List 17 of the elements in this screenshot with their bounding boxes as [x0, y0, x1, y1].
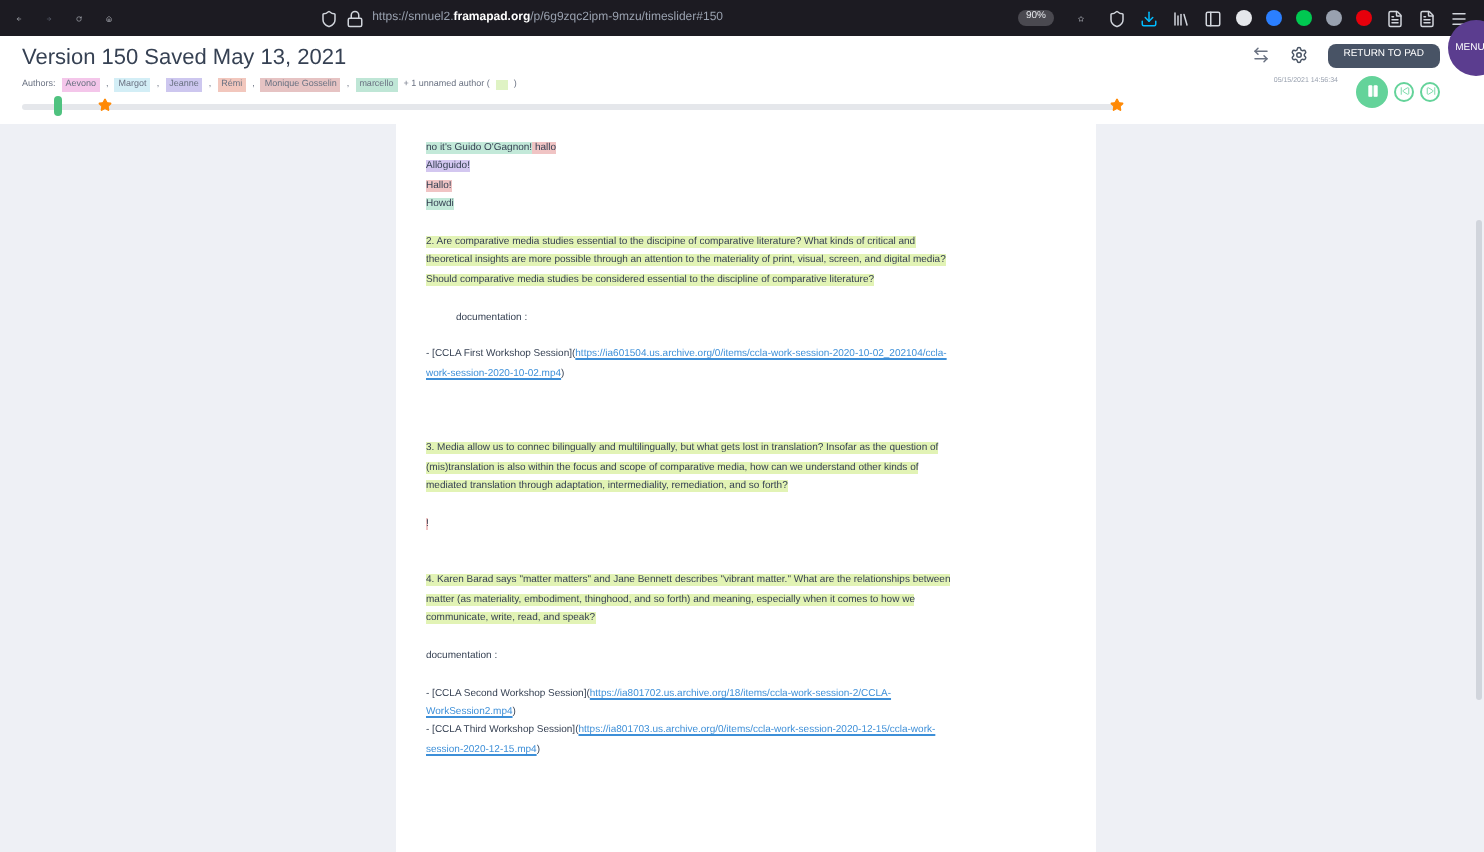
swap-icon[interactable] [1251, 46, 1270, 65]
skip-back-icon [1399, 86, 1409, 96]
document-icon[interactable] [1386, 9, 1405, 27]
settings-icon[interactable] [1289, 46, 1308, 65]
menu-icon[interactable] [1450, 9, 1469, 27]
document-icon[interactable] [1418, 9, 1437, 27]
saved-revision-star-icon [98, 97, 112, 112]
version-title: Version 150 Saved May 13, 2021 [22, 44, 349, 72]
saved-revision-star-icon [1109, 97, 1124, 112]
library-icon[interactable] [1172, 9, 1191, 27]
sidebar-icon[interactable] [1204, 9, 1223, 27]
slider-handle[interactable] [54, 95, 63, 116]
pause-icon [1365, 84, 1379, 98]
lock-icon[interactable] [346, 9, 365, 27]
shield-icon[interactable] [320, 9, 339, 27]
skip-forward-icon [1425, 86, 1435, 96]
download-icon[interactable] [1140, 9, 1159, 27]
